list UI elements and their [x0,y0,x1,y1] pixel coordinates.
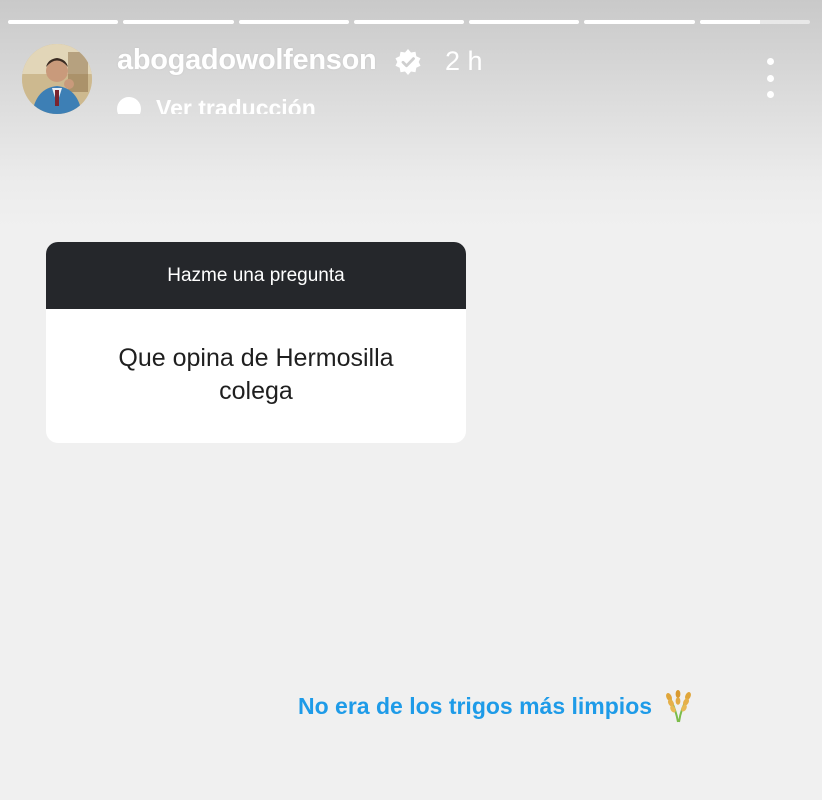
story-caption: No era de los trigos más limpios [298,688,696,724]
progress-segment-fill [699,20,761,24]
progress-segment [353,20,465,24]
avatar[interactable] [22,44,92,114]
wheat-icon [666,690,691,723]
progress-segment-fill [123,20,234,24]
top-gradient [0,0,822,230]
translate-label: Ver traducción [156,95,316,114]
progress-segment-fill [238,20,349,24]
username[interactable]: abogadowolfenson [117,44,377,77]
question-sticker-body: Que opina de Hermosilla colega [46,309,466,443]
progress-segment-fill [469,20,580,24]
question-text: Que opina de Hermosilla colega [118,344,394,405]
progress-segment-fill [8,20,119,24]
story-progress-bar [8,20,810,24]
more-options-icon[interactable] [758,58,782,98]
progress-segment [469,20,580,24]
translate-link[interactable]: Ver traducción [117,92,316,114]
progress-segment-fill [584,20,695,24]
profile-photo-icon [22,44,92,114]
post-time: 2 h [445,46,483,76]
progress-segment [699,20,810,24]
caption-text: No era de los trigos más limpios [298,692,653,719]
progress-segment [123,20,234,24]
progress-segment [8,20,119,24]
progress-segment [238,20,349,24]
progress-segment [584,20,695,24]
verified-badge-icon [395,49,421,75]
progress-segment-fill [353,20,465,24]
question-sticker[interactable]: Hazme una pregunta Que opina de Hermosil… [46,242,466,443]
question-sticker-header: Hazme una pregunta [46,242,466,309]
translate-icon [117,97,141,114]
